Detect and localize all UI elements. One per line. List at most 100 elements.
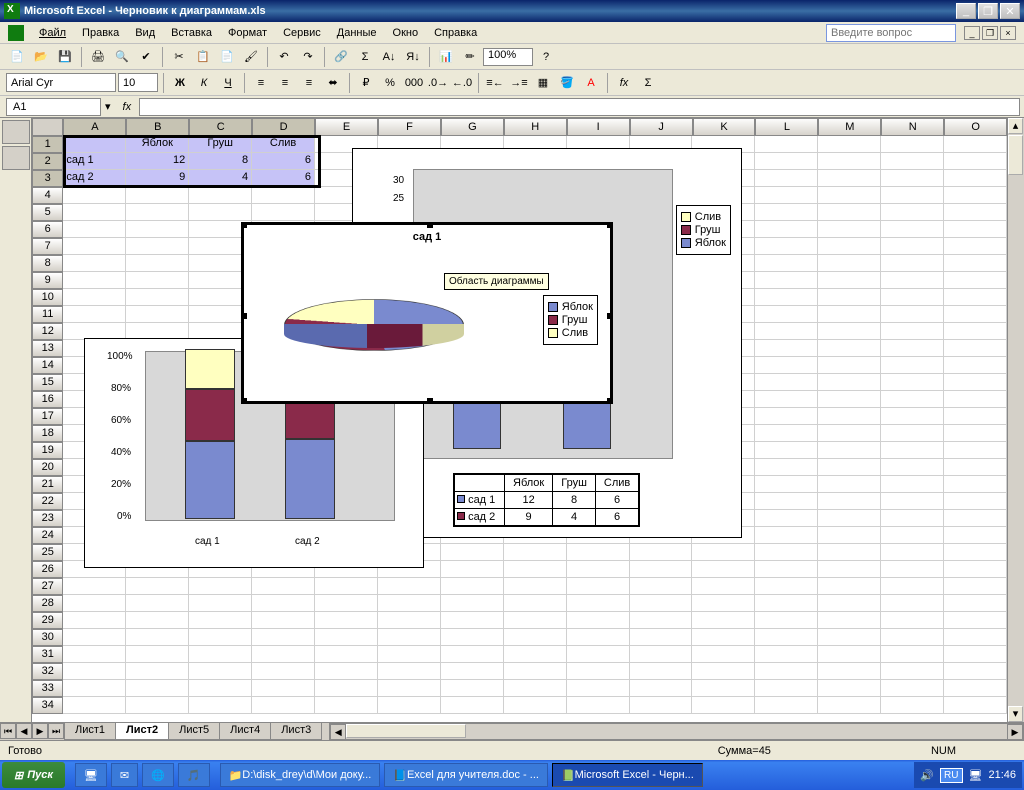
cell[interactable] <box>630 646 693 663</box>
name-box[interactable] <box>6 98 101 116</box>
cell[interactable] <box>63 136 126 153</box>
cell[interactable] <box>818 663 881 680</box>
col-header[interactable]: D <box>252 118 315 136</box>
cell[interactable] <box>881 663 944 680</box>
cell[interactable] <box>944 561 1007 578</box>
cell[interactable]: Яблок <box>126 136 189 153</box>
cell[interactable] <box>63 272 126 289</box>
cell[interactable] <box>755 680 818 697</box>
cell[interactable] <box>944 459 1007 476</box>
menu-insert[interactable]: Вставка <box>164 25 219 41</box>
cell[interactable] <box>818 238 881 255</box>
cell[interactable] <box>881 204 944 221</box>
cell[interactable] <box>630 595 693 612</box>
cell[interactable] <box>692 697 755 714</box>
row-header[interactable]: 27 <box>32 578 63 595</box>
cell[interactable] <box>315 663 378 680</box>
row-header[interactable]: 34 <box>32 697 63 714</box>
cell[interactable] <box>881 323 944 340</box>
cell[interactable] <box>881 646 944 663</box>
taskbar-task[interactable]: 📘 Excel для учителя.doc - ... <box>384 763 548 787</box>
cell[interactable] <box>692 663 755 680</box>
cell[interactable] <box>944 323 1007 340</box>
cell[interactable] <box>441 578 504 595</box>
menu-help[interactable]: Справка <box>427 25 484 41</box>
cell[interactable] <box>630 697 693 714</box>
cell[interactable] <box>881 442 944 459</box>
clock[interactable]: 21:46 <box>988 769 1016 781</box>
cell[interactable] <box>881 493 944 510</box>
cell[interactable] <box>126 187 189 204</box>
print-icon[interactable]: 🖨 <box>87 46 109 68</box>
row-header[interactable]: 7 <box>32 238 63 255</box>
col-header[interactable]: K <box>693 118 756 136</box>
cell[interactable] <box>881 374 944 391</box>
spelling-icon[interactable]: ✔ <box>135 46 157 68</box>
cell[interactable] <box>755 357 818 374</box>
cell[interactable] <box>252 663 315 680</box>
paste-icon[interactable]: 📄 <box>216 46 238 68</box>
cell[interactable] <box>567 697 630 714</box>
cell[interactable] <box>504 680 567 697</box>
cell[interactable] <box>944 136 1007 153</box>
cell[interactable] <box>567 578 630 595</box>
cell[interactable] <box>567 595 630 612</box>
cell[interactable] <box>252 697 315 714</box>
cell[interactable] <box>315 697 378 714</box>
cell[interactable] <box>818 646 881 663</box>
row-header[interactable]: 8 <box>32 255 63 272</box>
row-header[interactable]: 22 <box>32 493 63 510</box>
row-header[interactable]: 13 <box>32 340 63 357</box>
cell[interactable] <box>567 629 630 646</box>
cell[interactable] <box>630 544 693 561</box>
close-button[interactable]: ✕ <box>1000 3 1020 19</box>
tab-nav-prev-icon[interactable]: ◀ <box>16 723 32 739</box>
cell[interactable] <box>944 527 1007 544</box>
cell[interactable] <box>504 561 567 578</box>
cell[interactable] <box>944 476 1007 493</box>
cell[interactable] <box>692 578 755 595</box>
row-header[interactable]: 21 <box>32 476 63 493</box>
cell[interactable] <box>818 527 881 544</box>
cell[interactable] <box>126 595 189 612</box>
row-header[interactable]: 31 <box>32 646 63 663</box>
cell[interactable] <box>944 629 1007 646</box>
align-center-icon[interactable]: ≡ <box>274 72 296 94</box>
cell[interactable] <box>944 612 1007 629</box>
borders-icon[interactable]: ▦ <box>532 72 554 94</box>
increase-indent-icon[interactable]: →≡ <box>508 72 530 94</box>
cell[interactable] <box>63 204 126 221</box>
cell[interactable] <box>441 680 504 697</box>
cell[interactable] <box>944 204 1007 221</box>
align-right-icon[interactable]: ≡ <box>298 72 320 94</box>
chart-wizard-icon[interactable]: 📊 <box>435 46 457 68</box>
taskbar-task[interactable]: 📁 D:\disk_drey\d\Мои доку... <box>220 763 381 787</box>
cell[interactable] <box>504 595 567 612</box>
redo-icon[interactable]: ↷ <box>297 46 319 68</box>
cell[interactable]: сад 1 <box>63 153 126 170</box>
cell[interactable] <box>944 272 1007 289</box>
cell[interactable] <box>818 204 881 221</box>
cell[interactable]: 8 <box>189 153 252 170</box>
row-header[interactable]: 5 <box>32 204 63 221</box>
cell[interactable] <box>692 561 755 578</box>
cell[interactable] <box>755 289 818 306</box>
cell[interactable] <box>881 476 944 493</box>
cell[interactable] <box>944 221 1007 238</box>
cell[interactable] <box>944 595 1007 612</box>
cell[interactable] <box>126 272 189 289</box>
hyperlink-icon[interactable]: 🔗 <box>330 46 352 68</box>
cell[interactable] <box>63 629 126 646</box>
cell[interactable] <box>755 136 818 153</box>
help-icon[interactable]: ? <box>535 46 557 68</box>
menu-format[interactable]: Формат <box>221 25 274 41</box>
cell[interactable] <box>818 289 881 306</box>
row-header[interactable]: 12 <box>32 323 63 340</box>
cell[interactable] <box>504 629 567 646</box>
open-icon[interactable]: 📂 <box>30 46 52 68</box>
cell[interactable] <box>692 646 755 663</box>
cell[interactable] <box>755 153 818 170</box>
cell[interactable] <box>755 544 818 561</box>
row-header[interactable]: 18 <box>32 425 63 442</box>
cell[interactable] <box>630 578 693 595</box>
